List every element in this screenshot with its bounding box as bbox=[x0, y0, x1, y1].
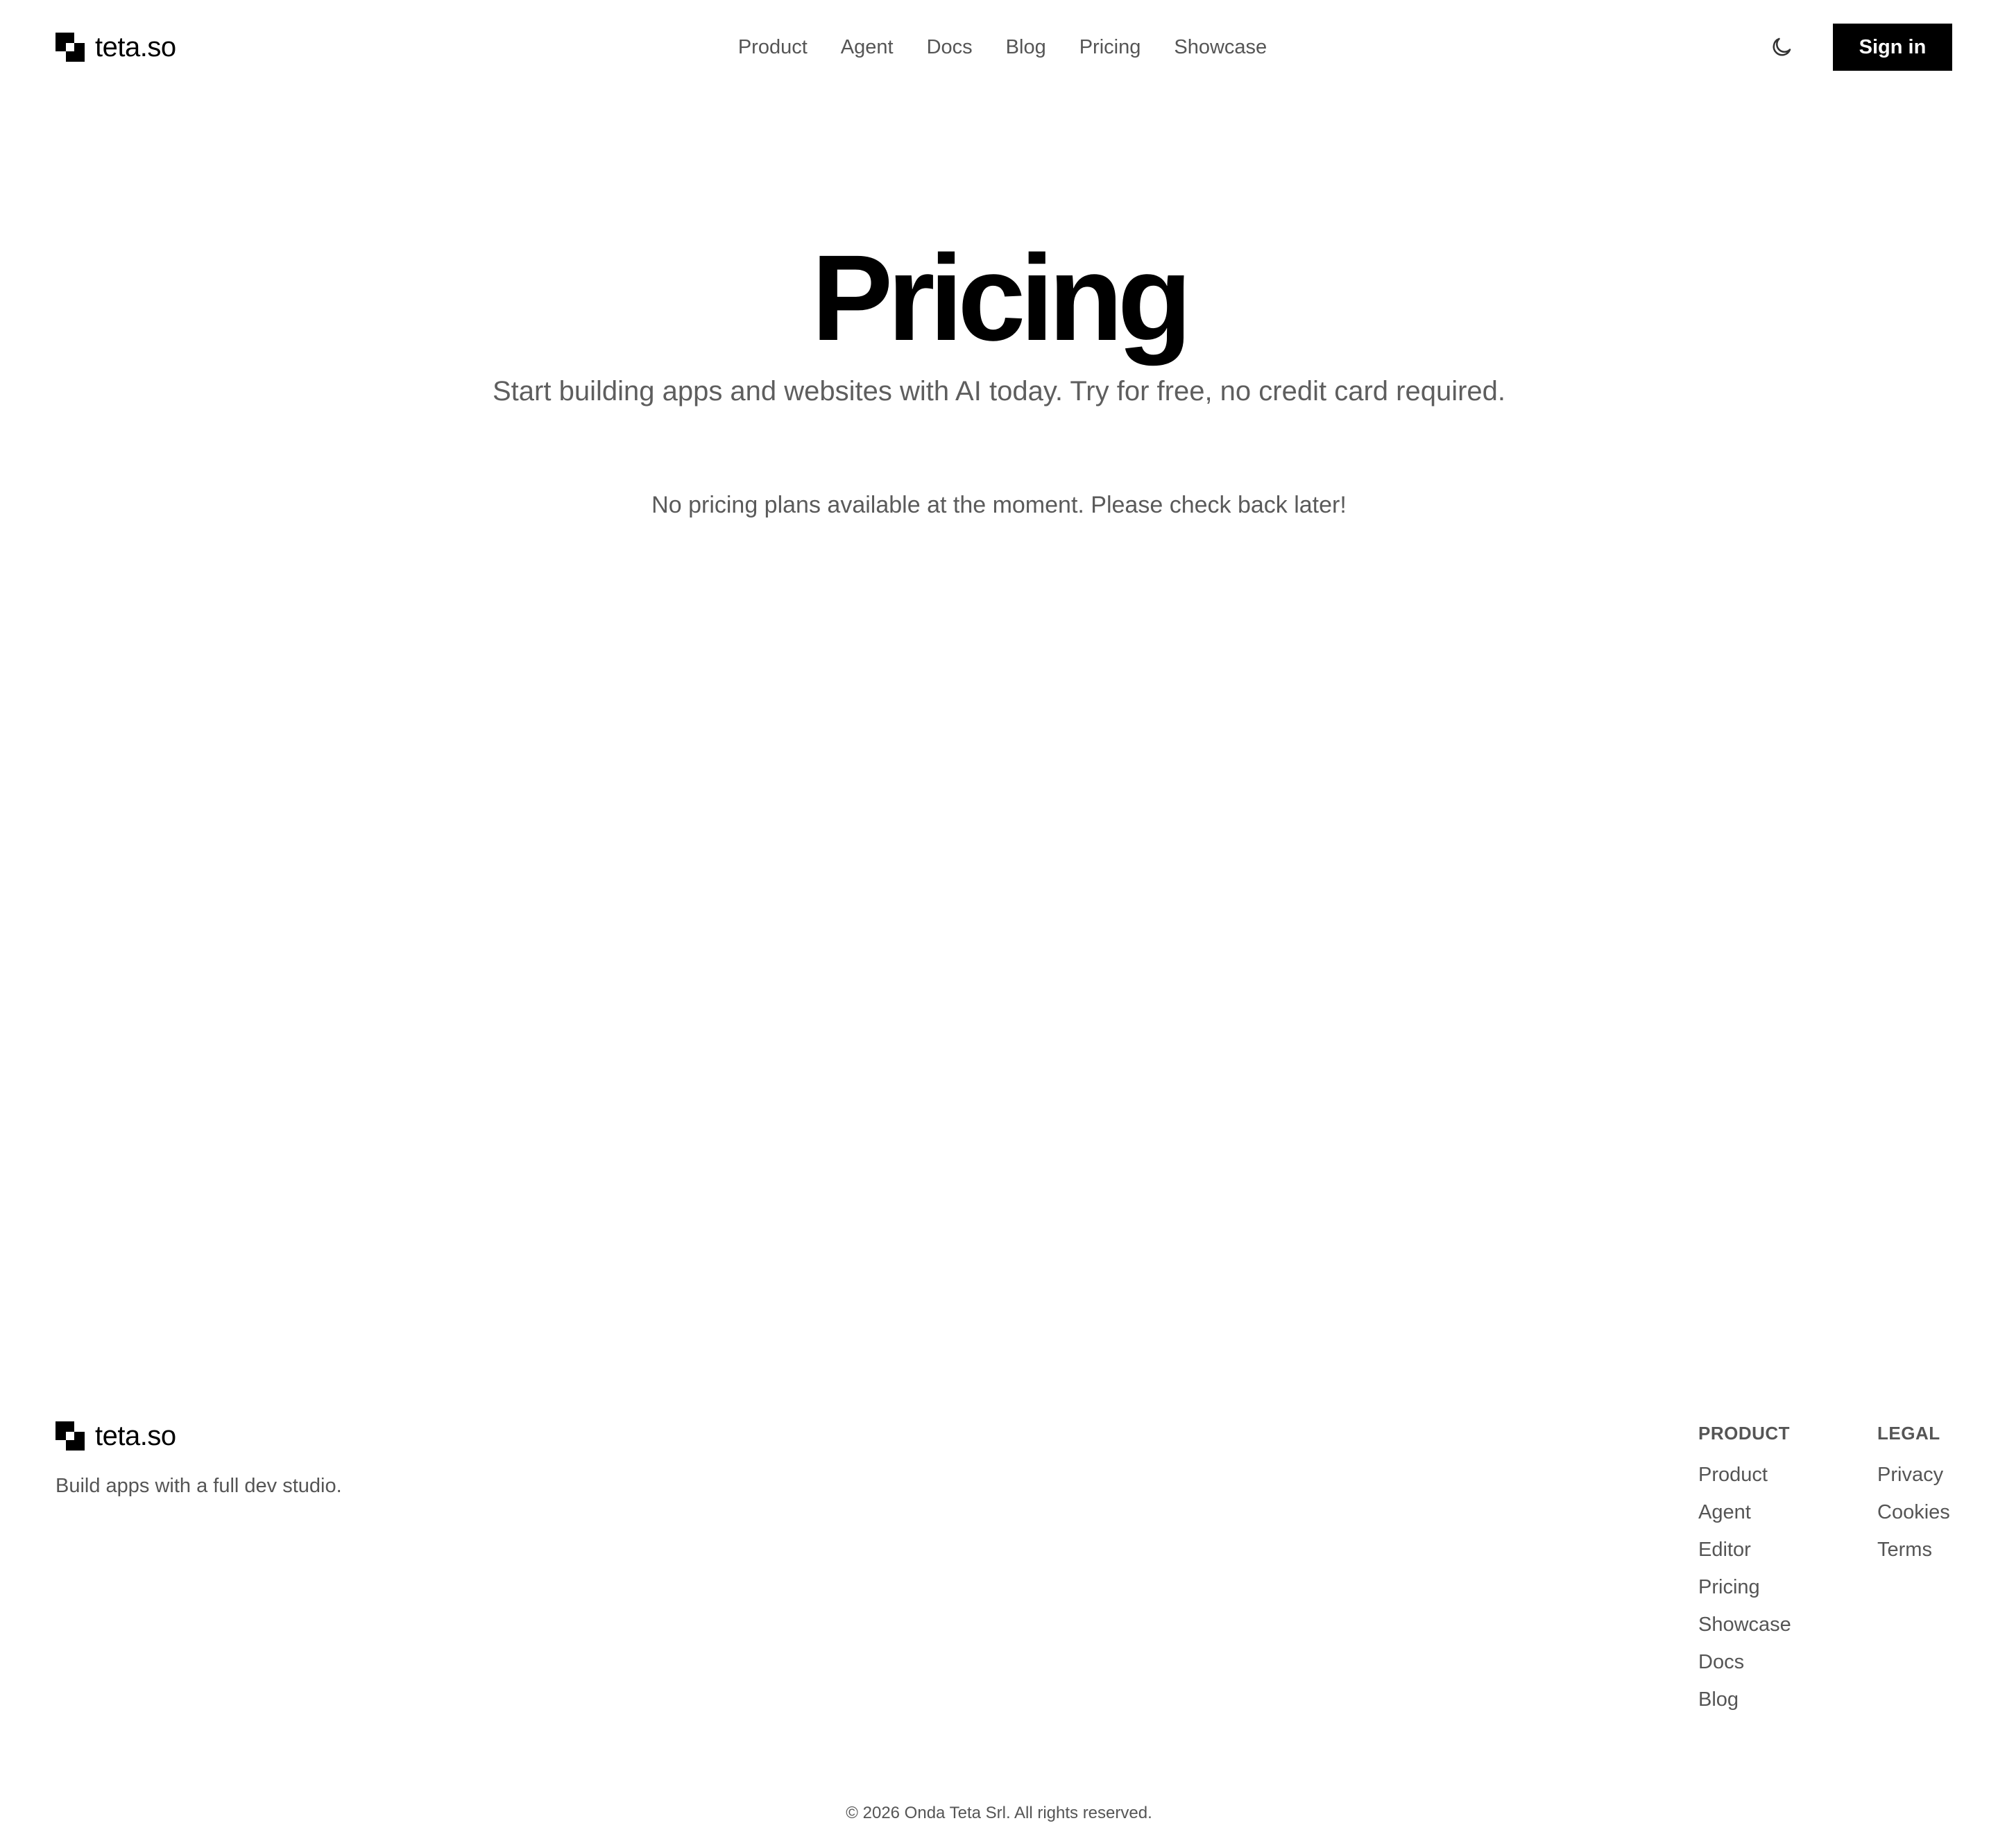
main-nav: Product Agent Docs Blog Pricing Showcase bbox=[0, 31, 1998, 64]
nav-showcase[interactable]: Showcase bbox=[1174, 31, 1267, 64]
footer-brand-name: teta.so bbox=[95, 1420, 176, 1451]
logo-icon bbox=[56, 1421, 85, 1451]
footer-legal-heading: LEGAL bbox=[1877, 1423, 1940, 1444]
footer-link-product[interactable]: Product bbox=[1698, 1461, 1791, 1489]
nav-blog[interactable]: Blog bbox=[1006, 31, 1046, 64]
footer-logo-link[interactable]: teta.so bbox=[56, 1421, 176, 1451]
sign-in-button[interactable]: Sign in bbox=[1833, 24, 1952, 71]
footer-link-docs[interactable]: Docs bbox=[1698, 1648, 1791, 1676]
moon-icon bbox=[1773, 37, 1791, 56]
nav-docs[interactable]: Docs bbox=[927, 31, 973, 64]
footer-product-heading: PRODUCT bbox=[1698, 1423, 1791, 1444]
nav-agent[interactable]: Agent bbox=[841, 31, 894, 64]
footer-link-blog[interactable]: Blog bbox=[1698, 1686, 1791, 1713]
copyright-text: © 2026 Onda Teta Srl. All rights reserve… bbox=[846, 1804, 1152, 1822]
footer-link-editor[interactable]: Editor bbox=[1698, 1536, 1791, 1564]
footer-link-agent[interactable]: Agent bbox=[1698, 1498, 1791, 1526]
footer-link-privacy[interactable]: Privacy bbox=[1877, 1461, 1950, 1489]
pricing-page: teta.so Product Agent Docs Blog Pricing … bbox=[0, 0, 1998, 1848]
page-title: Pricing bbox=[811, 230, 1193, 366]
footer-link-cookies[interactable]: Cookies bbox=[1877, 1498, 1950, 1526]
page-subtitle: Start building apps and websites with AI… bbox=[492, 376, 1506, 407]
nav-product[interactable]: Product bbox=[738, 31, 808, 64]
footer-product-column: PRODUCT Product Agent Editor Pricing Sho… bbox=[1698, 1421, 1791, 1723]
footer-legal-column: LEGAL Privacy Cookies Terms bbox=[1877, 1421, 1950, 1573]
footer-link-showcase[interactable]: Showcase bbox=[1698, 1611, 1791, 1639]
footer-link-pricing[interactable]: Pricing bbox=[1698, 1573, 1791, 1601]
empty-state-message: No pricing plans available at the moment… bbox=[651, 492, 1347, 518]
site-header: teta.so Product Agent Docs Blog Pricing … bbox=[0, 0, 1998, 96]
theme-toggle-button[interactable] bbox=[1768, 33, 1795, 61]
footer-tagline: Build apps with a full dev studio. bbox=[56, 1475, 342, 1497]
footer-link-terms[interactable]: Terms bbox=[1877, 1536, 1950, 1564]
nav-pricing[interactable]: Pricing bbox=[1079, 31, 1141, 64]
